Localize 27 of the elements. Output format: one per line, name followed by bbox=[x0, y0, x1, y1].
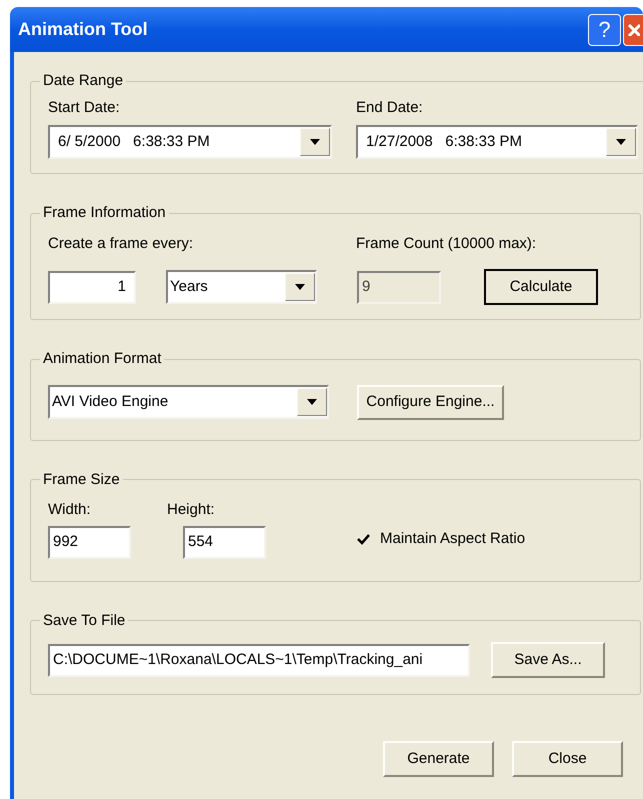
close-dialog-button[interactable]: Close bbox=[512, 741, 623, 777]
field-label: Width: bbox=[48, 500, 92, 520]
generate-button[interactable]: Generate bbox=[383, 741, 494, 777]
field-label: Height: bbox=[167, 500, 216, 520]
input-field[interactable]: C:\DOCUME~1\Roxana\LOCALS~1\Temp\Tracking_ani bbox=[48, 644, 470, 676]
configure-button[interactable]: Configure Engine... bbox=[357, 384, 504, 420]
checkbox-label: Maintain Aspect Ratio bbox=[380, 529, 526, 549]
date-picker[interactable]: 6/ 5/2000 6:38:33 PM bbox=[48, 125, 332, 159]
dropdown-field[interactable]: Years bbox=[166, 270, 317, 304]
group-label: Frame Size bbox=[42, 470, 121, 490]
help-button[interactable]: ? bbox=[588, 14, 621, 46]
field-label: End Date: bbox=[356, 98, 424, 118]
dropdown-field[interactable]: AVI Video Engine bbox=[48, 385, 329, 419]
input-field[interactable]: 554 bbox=[183, 526, 266, 558]
input-field[interactable]: 1 bbox=[48, 270, 136, 304]
save-as-button[interactable]: Save As... bbox=[491, 642, 605, 678]
calculate-button[interactable]: Calculate bbox=[484, 269, 598, 305]
field-label: Frame Count (10000 max): bbox=[356, 234, 536, 254]
group-label: Save To File bbox=[42, 610, 126, 630]
date-picker[interactable]: 1/27/2008 6:38:33 PM bbox=[356, 125, 638, 159]
field-label: Start Date: bbox=[48, 98, 121, 118]
group-label: Date Range bbox=[42, 71, 124, 91]
input-field[interactable]: 992 bbox=[48, 526, 131, 558]
group-label: Animation Format bbox=[42, 349, 162, 369]
field-label: Create a frame every: bbox=[48, 234, 194, 254]
window-title: Animation Tool bbox=[18, 18, 149, 41]
group-label: Frame Information bbox=[42, 203, 167, 223]
